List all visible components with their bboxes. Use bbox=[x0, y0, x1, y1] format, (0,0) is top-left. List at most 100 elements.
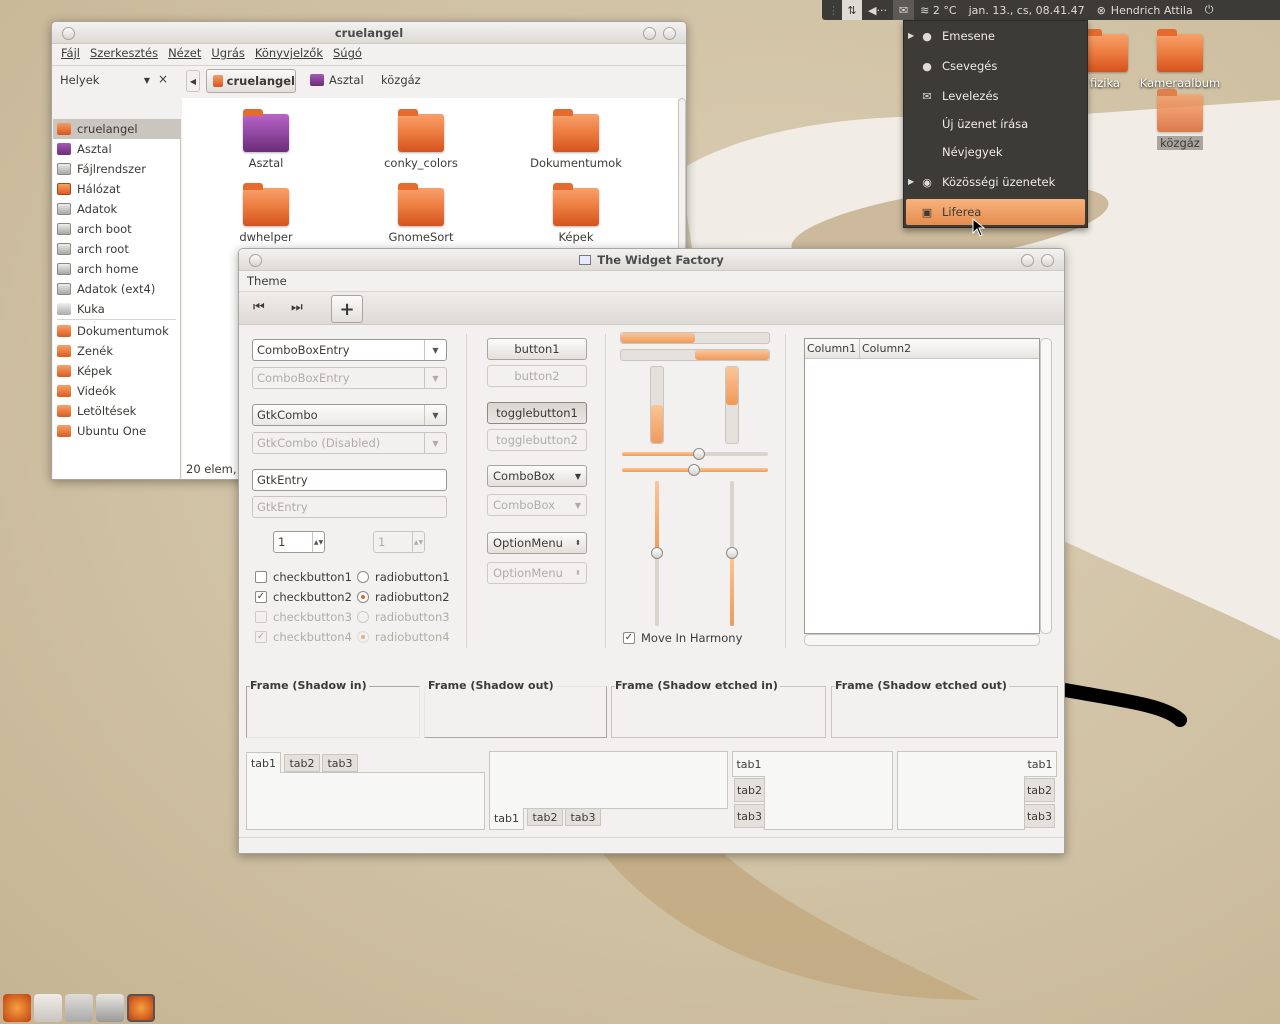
sidebar-item-trash[interactable]: Kuka bbox=[53, 299, 180, 319]
menu-file[interactable]: Fájl bbox=[56, 46, 85, 62]
sidebar-item-pictures[interactable]: Képek bbox=[53, 361, 180, 381]
comboboxentry[interactable]: ComboBoxEntry ▼ bbox=[252, 339, 447, 361]
scale-slider-handle[interactable] bbox=[693, 448, 705, 460]
chevron-down-icon[interactable]: ▼ bbox=[424, 340, 446, 360]
tab-tab1[interactable]: tab1 bbox=[1024, 751, 1057, 777]
sidebar-item-arch-boot[interactable]: arch boot bbox=[53, 219, 180, 239]
file-item[interactable]: Asztal bbox=[206, 109, 326, 170]
menu-theme[interactable]: Theme bbox=[247, 274, 287, 288]
last-icon[interactable]: ⏭ bbox=[291, 300, 303, 315]
horizontal-scrollbar[interactable] bbox=[804, 634, 1040, 646]
sidebar-item-asztal[interactable]: Asztal bbox=[53, 139, 180, 159]
sidebar-item-adatok[interactable]: Adatok bbox=[53, 199, 180, 219]
power-icon[interactable]: ⏻ bbox=[1199, 0, 1220, 20]
user-menu[interactable]: ⊗ Hendrich Attila bbox=[1091, 0, 1199, 20]
scale-slider-handle[interactable] bbox=[688, 464, 700, 476]
scale-horizontal[interactable] bbox=[622, 448, 768, 460]
checkbox-checked[interactable]: ✓ bbox=[255, 591, 267, 603]
sidebar-item-network[interactable]: Hálózat bbox=[53, 179, 180, 199]
optionmenu[interactable]: OptionMenu ⬍ bbox=[487, 532, 587, 554]
clock[interactable]: jan. 13., cs, 08.41.47 bbox=[963, 0, 1091, 20]
close-button[interactable] bbox=[62, 27, 75, 40]
first-icon[interactable]: ⏮ bbox=[253, 300, 265, 315]
gtkcombo[interactable]: GtkCombo ▼ bbox=[252, 404, 447, 426]
scrollbar[interactable] bbox=[678, 98, 686, 258]
close-button[interactable] bbox=[249, 254, 262, 267]
menu-item-csevegés[interactable]: ● Csevegés bbox=[906, 53, 1085, 79]
scale-vertical[interactable] bbox=[651, 481, 663, 626]
radio[interactable] bbox=[357, 571, 369, 583]
tab-tab3[interactable]: tab3 bbox=[734, 804, 765, 828]
tab-tab2[interactable]: tab2 bbox=[1024, 778, 1055, 802]
scale-vertical-2[interactable] bbox=[726, 481, 738, 626]
tab-tab1[interactable]: tab1 bbox=[489, 808, 524, 830]
files-icon[interactable] bbox=[34, 994, 62, 1022]
checkbutton2[interactable]: ✓ checkbutton2 bbox=[255, 590, 352, 604]
radiobutton1[interactable]: radiobutton1 bbox=[357, 570, 450, 584]
firefox-icon[interactable] bbox=[3, 994, 31, 1022]
file-item[interactable]: Dokumentumok bbox=[516, 109, 636, 170]
spin-button[interactable]: 1 ▲▼ bbox=[273, 531, 325, 553]
file-item[interactable]: dwhelper bbox=[206, 183, 326, 244]
menu-item-liferea[interactable]: ▣ Liferea bbox=[906, 199, 1085, 225]
checkbox-checked[interactable]: ✓ bbox=[623, 632, 635, 644]
tab-tab1[interactable]: tab1 bbox=[246, 752, 281, 773]
menu-view[interactable]: Nézet bbox=[163, 46, 206, 62]
messaging-envelope-icon[interactable]: ✉ bbox=[892, 0, 915, 20]
titlebar[interactable]: cruelangel bbox=[52, 22, 686, 44]
menu-item-contacts[interactable]: Névjegyek bbox=[906, 139, 1085, 165]
sidebar-item-cruelangel[interactable]: cruelangel bbox=[53, 119, 180, 139]
file-item[interactable]: Képek bbox=[516, 183, 636, 244]
minimize-button[interactable] bbox=[1021, 254, 1034, 267]
radiobutton2[interactable]: radiobutton2 bbox=[357, 590, 450, 604]
path-button-asztal[interactable]: Asztal bbox=[310, 73, 364, 87]
column-header-2[interactable]: Column2 bbox=[860, 339, 913, 358]
togglebutton1[interactable]: togglebutton1 bbox=[487, 402, 587, 424]
treeview[interactable]: Column1 Column2 bbox=[804, 338, 1040, 634]
add-icon[interactable]: + bbox=[331, 295, 363, 323]
menu-go[interactable]: Ugrás bbox=[206, 46, 249, 62]
tab-tab3[interactable]: tab3 bbox=[565, 808, 601, 826]
combobox[interactable]: ComboBox ▼ bbox=[487, 465, 587, 487]
network-icon[interactable]: ⇅ bbox=[842, 0, 862, 20]
scale-slider-handle[interactable] bbox=[726, 547, 738, 559]
volume-icon[interactable]: ◀··· bbox=[862, 0, 893, 20]
sidebar-item-documents[interactable]: Dokumentumok bbox=[53, 321, 180, 341]
sidebar-item-ubuntu-one[interactable]: Ubuntu One bbox=[53, 421, 180, 441]
tab-tab2[interactable]: tab2 bbox=[527, 808, 563, 826]
sidebar-item-videos[interactable]: Videók bbox=[53, 381, 180, 401]
sidebar-item-arch-home[interactable]: arch home bbox=[53, 259, 180, 279]
menu-edit[interactable]: Szerkesztés bbox=[85, 46, 163, 62]
chevron-down-icon[interactable]: ▼ bbox=[424, 405, 446, 425]
menu-bookmarks[interactable]: Könyvjelzők bbox=[250, 46, 328, 62]
trash-full-icon[interactable] bbox=[96, 994, 124, 1022]
file-item[interactable]: GnomeSort bbox=[361, 183, 481, 244]
firefox-icon[interactable] bbox=[127, 994, 155, 1022]
button1[interactable]: button1 bbox=[487, 338, 587, 360]
radio-selected[interactable] bbox=[357, 591, 369, 603]
menu-help[interactable]: Súgó bbox=[328, 46, 367, 62]
entry[interactable]: GtkEntry bbox=[252, 469, 447, 491]
scale-horizontal-2[interactable] bbox=[622, 464, 768, 476]
sidebar-item-music[interactable]: Zenék bbox=[53, 341, 180, 361]
path-back-icon[interactable]: ◀ bbox=[186, 70, 200, 92]
scale-slider-handle[interactable] bbox=[651, 547, 663, 559]
menu-item-emesene[interactable]: ▶ ● Emesene bbox=[906, 23, 1085, 49]
checkbox[interactable] bbox=[255, 571, 267, 583]
maximize-button[interactable] bbox=[663, 27, 676, 40]
spin-arrows-icon[interactable]: ▲▼ bbox=[312, 532, 324, 552]
column-header-1[interactable]: Column1 bbox=[805, 339, 860, 358]
titlebar[interactable]: The Widget Factory bbox=[239, 249, 1064, 271]
tab-tab3[interactable]: tab3 bbox=[322, 754, 358, 772]
desktop-icon-kozgaz[interactable]: közgáz bbox=[1135, 89, 1225, 150]
minimize-button[interactable] bbox=[643, 27, 656, 40]
desktop-icon-kameraalbum[interactable]: Kameraalbum bbox=[1135, 29, 1225, 90]
trash-icon[interactable] bbox=[65, 994, 93, 1022]
sidebar-item-downloads[interactable]: Letöltések bbox=[53, 401, 180, 421]
move-in-harmony-check[interactable]: ✓ Move In Harmony bbox=[623, 631, 742, 645]
sidebar-item-adatok-ext4[interactable]: Adatok (ext4) bbox=[53, 279, 180, 299]
menu-item-levelezés[interactable]: ✉ Levelezés bbox=[906, 83, 1085, 109]
close-sidebar-icon[interactable]: × bbox=[158, 72, 168, 86]
sidebar-item-filesystem[interactable]: Fájlrendszer bbox=[53, 159, 180, 179]
menu-item-social[interactable]: ▶ ◉ Közösségi üzenetek bbox=[906, 169, 1085, 195]
